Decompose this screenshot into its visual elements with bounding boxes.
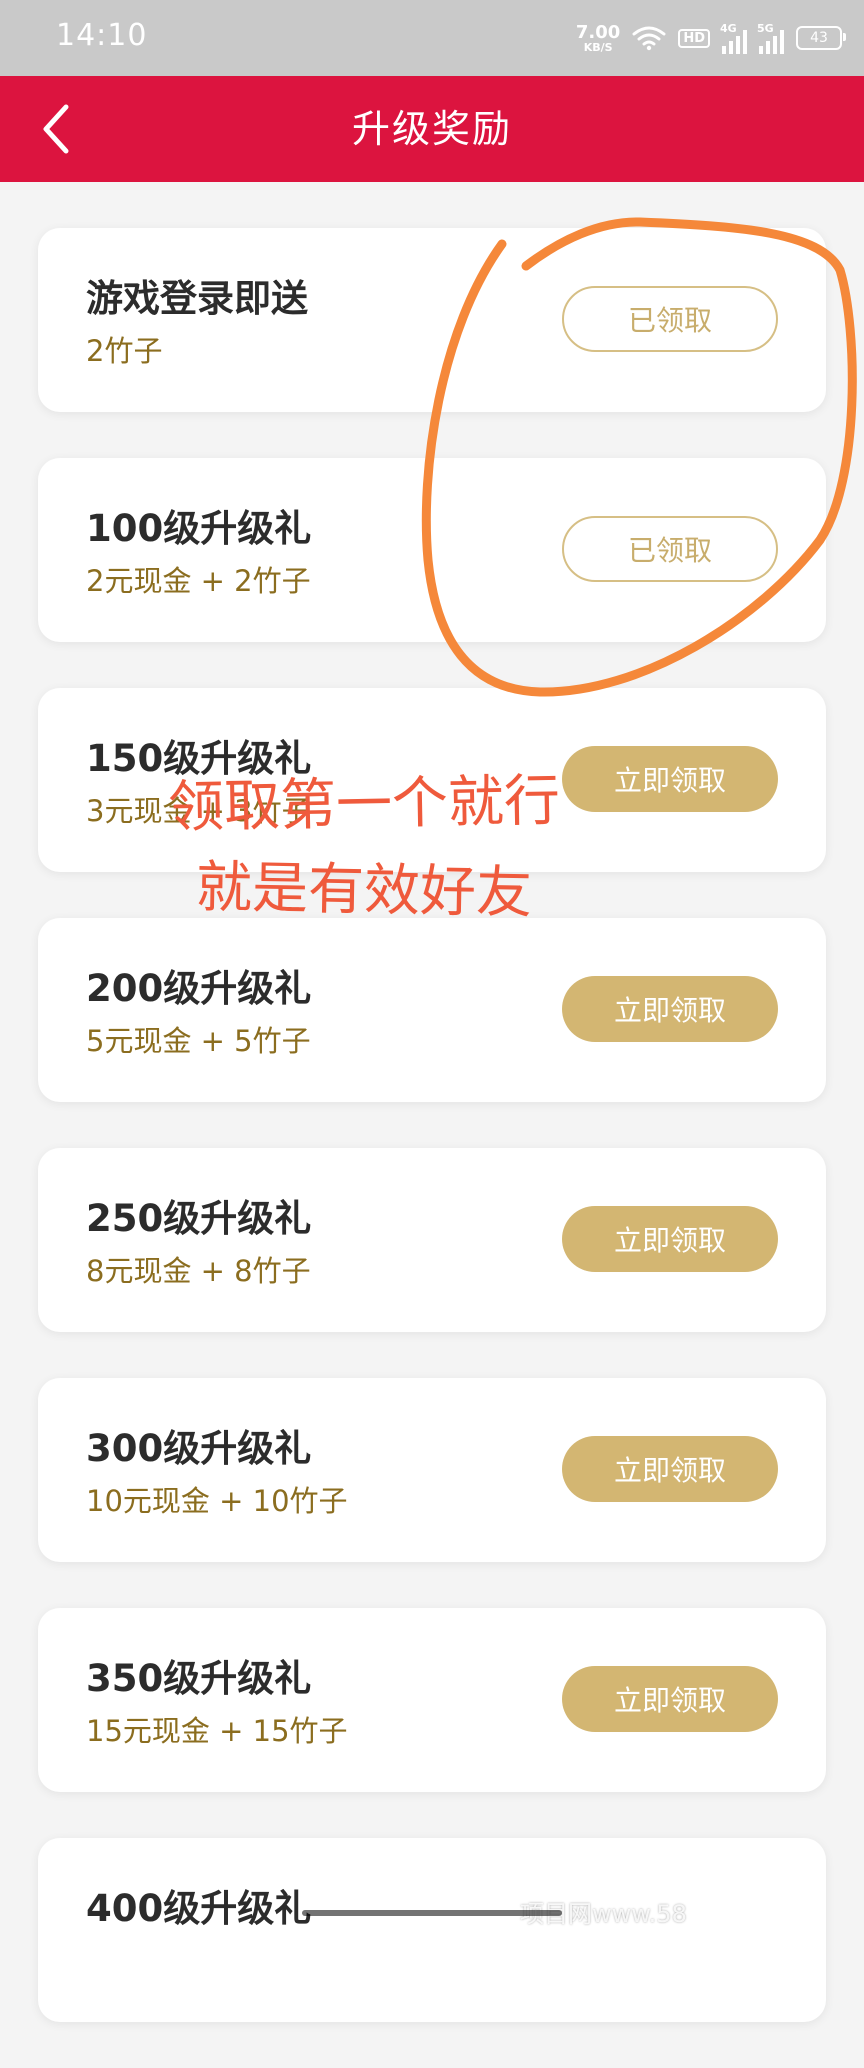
reward-title: 300级升级礼: [86, 1427, 312, 1470]
reward-description: 5元现金 + 5竹子: [86, 1024, 311, 1058]
network-speed-unit: KB/S: [583, 40, 613, 54]
claimed-button[interactable]: 已领取: [562, 516, 778, 582]
network-speed: 7.00 KB/S: [575, 21, 621, 54]
reward-card: 300级升级礼 10元现金 + 10竹子 立即领取: [38, 1378, 826, 1562]
reward-description: 8元现金 + 8竹子: [86, 1254, 311, 1288]
reward-card: 100级升级礼 2元现金 + 2竹子 已领取: [38, 458, 826, 642]
status-bar: 14:10 7.00 KB/S HD 4G 5G 43: [0, 0, 864, 76]
claim-now-button[interactable]: 立即领取: [562, 1436, 778, 1502]
battery-icon: 43: [796, 26, 846, 50]
reward-card: 350级升级礼 15元现金 + 15竹子 立即领取: [38, 1608, 826, 1792]
claim-now-button[interactable]: 立即领取: [562, 1666, 778, 1732]
reward-description: 3元现金 + 3竹子: [86, 794, 311, 828]
reward-card: 150级升级礼 3元现金 + 3竹子 立即领取: [38, 688, 826, 872]
reward-title: 200级升级礼: [86, 967, 312, 1010]
reward-description: 2元现金 + 2竹子: [86, 564, 311, 598]
hd-icon: HD: [678, 28, 710, 48]
reward-description: 10元现金 + 10竹子: [86, 1484, 348, 1518]
home-indicator: [302, 1910, 562, 1916]
app-header: 升级奖励: [0, 76, 864, 182]
claim-now-button[interactable]: 立即领取: [562, 746, 778, 812]
claim-now-button[interactable]: 立即领取: [562, 976, 778, 1042]
reward-description: 15元现金 + 15竹子: [86, 1714, 348, 1748]
network-speed-value: 7.00: [575, 21, 621, 43]
wifi-icon: [632, 25, 666, 51]
reward-list: 游戏登录即送 2竹子 已领取 100级升级礼 2元现金 + 2竹子 已领取 15…: [38, 228, 826, 2068]
reward-card: 250级升级礼 8元现金 + 8竹子 立即领取: [38, 1148, 826, 1332]
reward-description: 2竹子: [86, 334, 163, 368]
reward-title: 250级升级礼: [86, 1197, 312, 1240]
page-title: 升级奖励: [351, 107, 512, 151]
reward-title: 350级升级礼: [86, 1657, 312, 1700]
reward-title: 游戏登录即送: [86, 277, 308, 320]
reward-title: 100级升级礼: [86, 507, 312, 550]
reward-card: 200级升级礼 5元现金 + 5竹子 立即领取: [38, 918, 826, 1102]
signal-5g-icon: 5G: [757, 22, 784, 54]
reward-card: 游戏登录即送 2竹子 已领取: [38, 228, 826, 412]
reward-title: 150级升级礼: [86, 737, 312, 780]
signal-4g-icon: 4G: [720, 22, 747, 54]
signal-5g-label: 5G: [757, 22, 774, 35]
status-icons: 7.00 KB/S HD 4G 5G 43: [575, 18, 846, 58]
reward-card: 400级升级礼: [38, 1838, 826, 2022]
claim-now-button[interactable]: 立即领取: [562, 1206, 778, 1272]
reward-title: 400级升级礼: [86, 1887, 312, 1930]
claimed-button[interactable]: 已领取: [562, 286, 778, 352]
status-time: 14:10: [56, 18, 148, 53]
signal-4g-label: 4G: [720, 22, 737, 35]
